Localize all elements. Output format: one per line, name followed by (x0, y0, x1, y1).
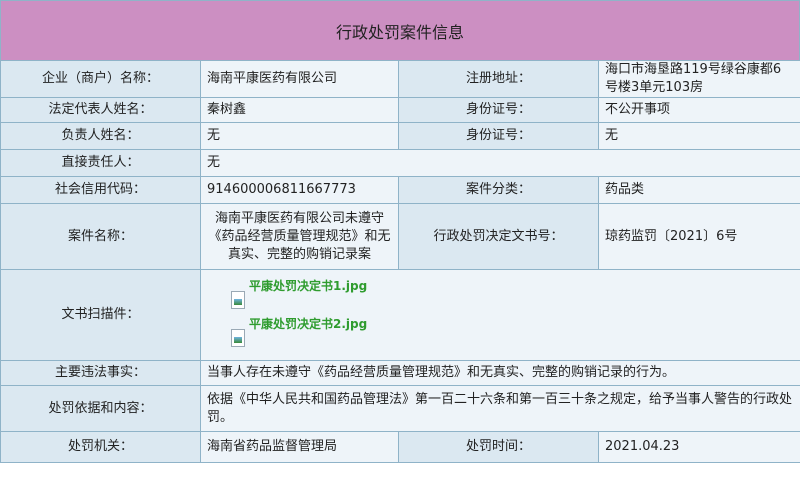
case-info-table: 企业（商户）名称： 海南平康医药有限公司 注册地址： 海口市海垦路119号绿谷康… (0, 60, 800, 463)
table-row: 法定代表人姓名： 秦树鑫 身份证号： 不公开事项 (0, 97, 800, 123)
direct-responsible-value: 无 (200, 149, 800, 177)
address-value: 海口市海垦路119号绿谷康都6号楼3单元103房 (598, 60, 800, 98)
table-row: 社会信用代码： 914600006811667773 案件分类： 药品类 (0, 176, 800, 204)
case-name-label: 案件名称： (0, 203, 201, 270)
id-number-value: 不公开事项 (598, 97, 800, 123)
legal-rep-value: 秦树鑫 (200, 97, 399, 123)
responsible-label: 负责人姓名： (0, 122, 201, 150)
table-row: 文书扫描件： 平康处罚决定书1.jpg 平康处罚决定书2.jpg (0, 269, 800, 361)
credit-code-label: 社会信用代码： (0, 176, 201, 204)
basis-label: 处罚依据和内容： (0, 385, 201, 432)
id-number-label-2: 身份证号： (398, 122, 599, 150)
attachment-item[interactable]: 平康处罚决定书1.jpg (231, 277, 794, 315)
penalty-time-label: 处罚时间： (398, 431, 599, 463)
decision-number-label: 行政处罚决定文书号： (398, 203, 599, 270)
legal-rep-label: 法定代表人姓名： (0, 97, 201, 123)
attachment-link-1[interactable]: 平康处罚决定书1.jpg (249, 277, 367, 295)
image-file-icon[interactable] (231, 291, 245, 309)
case-category-value: 药品类 (598, 176, 800, 204)
direct-responsible-label: 直接责任人： (0, 149, 201, 177)
company-label: 企业（商户）名称： (0, 60, 201, 98)
id-number-label: 身份证号： (398, 97, 599, 123)
table-row: 主要违法事实： 当事人存在未遵守《药品经营质量管理规范》和无真实、完整的购销记录… (0, 360, 800, 386)
attachment-link-2[interactable]: 平康处罚决定书2.jpg (249, 315, 367, 333)
case-info-panel: 行政处罚案件信息 企业（商户）名称： 海南平康医药有限公司 注册地址： 海口市海… (0, 0, 800, 483)
table-row: 企业（商户）名称： 海南平康医药有限公司 注册地址： 海口市海垦路119号绿谷康… (0, 60, 800, 98)
attachment-item[interactable]: 平康处罚决定书2.jpg (231, 315, 794, 353)
agency-label: 处罚机关： (0, 431, 201, 463)
attachments-cell: 平康处罚决定书1.jpg 平康处罚决定书2.jpg (200, 269, 800, 361)
penalty-time-value: 2021.04.23 (598, 431, 800, 463)
table-row: 处罚依据和内容： 依据《中华人民共和国药品管理法》第一百二十六条和第一百三十条之… (0, 385, 800, 432)
id-number-value-2: 无 (598, 122, 800, 150)
scan-label: 文书扫描件： (0, 269, 201, 361)
table-row: 负责人姓名： 无 身份证号： 无 (0, 122, 800, 150)
facts-value: 当事人存在未遵守《药品经营质量管理规范》和无真实、完整的购销记录的行为。 (200, 360, 800, 386)
decision-number-value: 琼药监罚〔2021〕6号 (598, 203, 800, 270)
table-row: 直接责任人： 无 (0, 149, 800, 177)
credit-code-value: 914600006811667773 (200, 176, 399, 204)
table-row: 案件名称： 海南平康医药有限公司未遵守《药品经营质量管理规范》和无真实、完整的购… (0, 203, 800, 270)
basis-value: 依据《中华人民共和国药品管理法》第一百二十六条和第一百三十条之规定，给予当事人警… (200, 385, 800, 432)
company-value: 海南平康医药有限公司 (200, 60, 399, 98)
case-category-label: 案件分类： (398, 176, 599, 204)
case-name-value: 海南平康医药有限公司未遵守《药品经营质量管理规范》和无真实、完整的购销记录案 (200, 203, 399, 270)
address-label: 注册地址： (398, 60, 599, 98)
responsible-value: 无 (200, 122, 399, 150)
attachment-list: 平康处罚决定书1.jpg 平康处罚决定书2.jpg (207, 277, 794, 353)
table-row: 处罚机关： 海南省药品监督管理局 处罚时间： 2021.04.23 (0, 431, 800, 463)
page-title: 行政处罚案件信息 (0, 0, 800, 61)
agency-value: 海南省药品监督管理局 (200, 431, 399, 463)
facts-label: 主要违法事实： (0, 360, 201, 386)
image-file-icon[interactable] (231, 329, 245, 347)
